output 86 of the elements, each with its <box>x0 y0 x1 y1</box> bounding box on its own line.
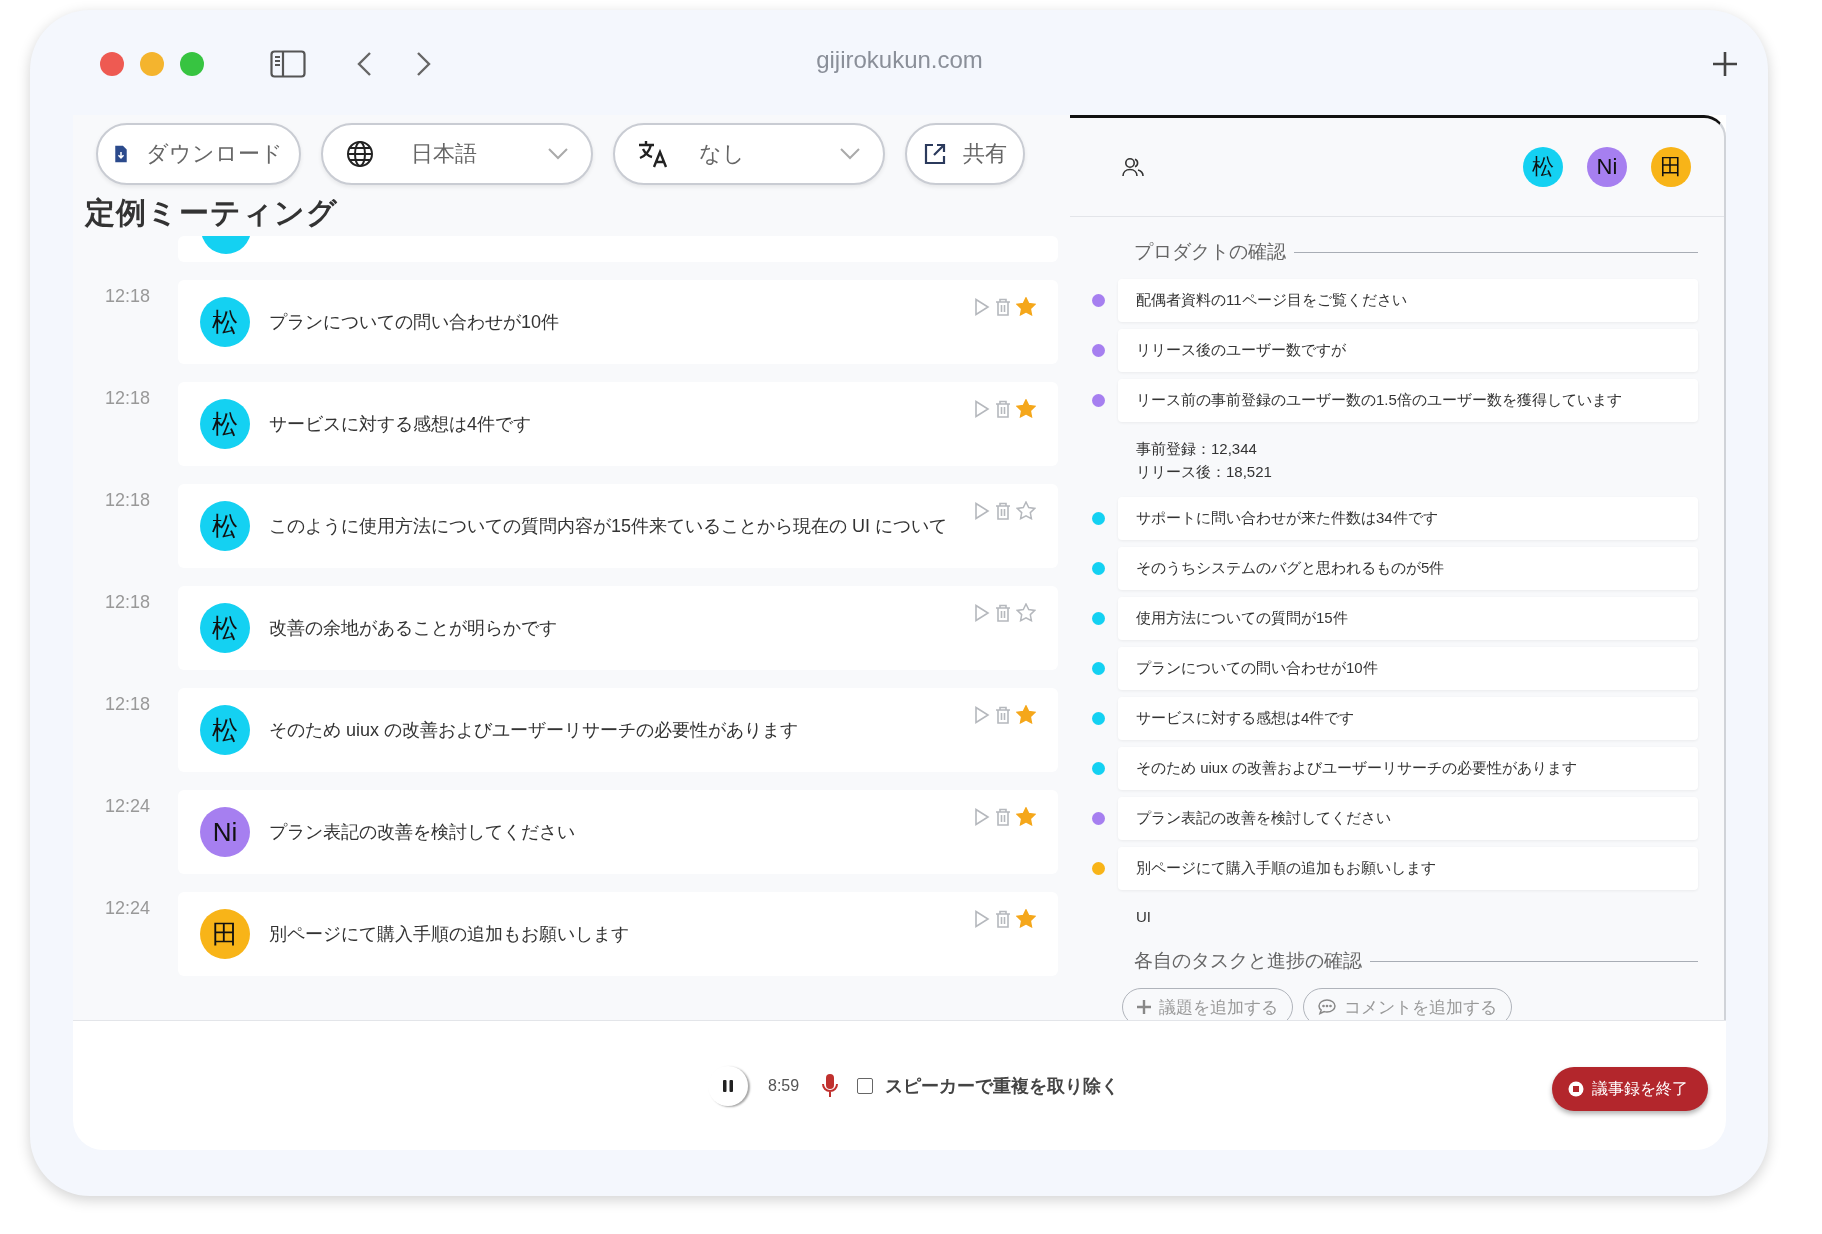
agenda-item[interactable]: そのうちシステムのバグと思われるものが5件 <box>1118 547 1698 590</box>
pause-icon <box>722 1078 734 1093</box>
message-text: プラン表記の改善を検討してください <box>268 821 576 844</box>
end-minutes-button[interactable]: 議事録を終了 <box>1552 1067 1708 1111</box>
play-icon[interactable] <box>974 807 990 826</box>
message-text: 別ページにて購入手順の追加もお願いします <box>268 923 630 946</box>
message-text: プランについての問い合わせが10件 <box>268 311 561 334</box>
speaker-avatar: Ni <box>200 807 250 857</box>
agenda-item[interactable]: サービスに対する感想は4件です <box>1118 697 1698 740</box>
participant-avatar[interactable]: 松 <box>1523 147 1563 187</box>
speaker-avatar: 田 <box>200 909 250 959</box>
star-icon[interactable] <box>1016 297 1036 316</box>
trash-icon[interactable] <box>995 705 1011 724</box>
maximize-window-button[interactable] <box>180 52 204 76</box>
timestamp: 12:18 <box>104 489 152 512</box>
section-title: プロダクトの確認 <box>1134 240 1286 264</box>
chevron-down-icon <box>547 147 569 161</box>
timestamp: 12:18 <box>104 387 152 410</box>
trash-icon[interactable] <box>995 909 1011 928</box>
play-icon[interactable] <box>974 603 990 622</box>
language-dropdown[interactable]: 日本語 <box>321 123 593 185</box>
stop-icon <box>1568 1081 1584 1097</box>
note-text: リリース後：18,521 <box>1136 462 1273 482</box>
agenda-item[interactable]: そのため uiux の改善およびユーザーリサーチの必要性があります <box>1118 747 1698 790</box>
star-icon[interactable] <box>1016 705 1036 724</box>
agenda-item[interactable]: サポートに問い合わせが来た件数は34件です <box>1118 497 1698 540</box>
star-icon[interactable] <box>1016 909 1036 928</box>
timestamp: 12:24 <box>104 795 152 818</box>
message-text: サービスに対する感想は4件です <box>268 413 532 436</box>
speaker-avatar: 松 <box>200 399 250 449</box>
speaker-avatar: 松 <box>200 501 250 551</box>
trash-icon[interactable] <box>995 399 1011 418</box>
comment-icon <box>1318 999 1336 1015</box>
timestamp: 12:18 <box>104 285 152 308</box>
share-button[interactable]: 共有 <box>905 123 1025 185</box>
star-icon[interactable] <box>1016 501 1036 520</box>
play-icon[interactable] <box>974 501 990 520</box>
trash-icon[interactable] <box>995 297 1011 316</box>
new-tab-plus-icon[interactable] <box>1712 51 1738 77</box>
play-icon[interactable] <box>974 909 990 928</box>
download-button[interactable]: ダウンロード <box>96 123 301 185</box>
play-icon[interactable] <box>974 297 990 316</box>
microphone-icon[interactable] <box>821 1072 840 1099</box>
checkbox-label: スピーカーで重複を取り除く <box>885 1074 1120 1098</box>
play-icon[interactable] <box>974 705 990 724</box>
speaker-avatar: 松 <box>200 297 250 347</box>
speaker-avatar: 松 <box>200 705 250 755</box>
participant-avatar[interactable]: 田 <box>1651 147 1691 187</box>
participant-avatar[interactable]: Ni <box>1587 147 1627 187</box>
agenda-item[interactable]: リリース後のユーザー数ですが <box>1118 329 1698 372</box>
globe-icon <box>345 139 375 169</box>
translation-dropdown[interactable]: なし <box>613 123 885 185</box>
trash-icon[interactable] <box>995 603 1011 622</box>
users-icon[interactable] <box>1122 157 1144 177</box>
speaker-avatar: 松 <box>200 603 250 653</box>
close-window-button[interactable] <box>100 52 124 76</box>
agenda-item[interactable]: プラン表記の改善を検討してください <box>1118 797 1698 840</box>
message-text: このように使用方法についての質問内容が15件来ていることから現在の UI について <box>268 515 949 538</box>
agenda-item[interactable]: プランについての問い合わせが10件 <box>1118 647 1698 690</box>
chevron-down-icon <box>839 147 861 161</box>
star-icon[interactable] <box>1016 603 1036 622</box>
agenda-item[interactable]: リース前の事前登録のユーザー数の1.5倍のユーザー数を獲得しています <box>1118 379 1698 422</box>
agenda-item[interactable]: 配偶者資料の11ページ目をご覧ください <box>1118 279 1698 322</box>
message-text: そのため uiux の改善およびユーザーリサーチの必要性があります <box>268 719 800 742</box>
sidebar-toggle-icon[interactable] <box>270 50 306 78</box>
translate-icon <box>637 139 669 169</box>
note-text: UI <box>1136 907 1152 927</box>
star-icon[interactable] <box>1016 399 1036 418</box>
minimize-window-button[interactable] <box>140 52 164 76</box>
timestamp: 12:18 <box>104 591 152 614</box>
trash-icon[interactable] <box>995 501 1011 520</box>
timestamp: 12:24 <box>104 897 152 920</box>
section-title: 各自のタスクと進捗の確認 <box>1134 949 1362 973</box>
timestamp: 12:18 <box>104 693 152 716</box>
meeting-title: 定例ミーティング <box>85 195 339 231</box>
play-icon[interactable] <box>974 399 990 418</box>
trash-icon[interactable] <box>995 807 1011 826</box>
agenda-item[interactable]: 使用方法についての質問が15件 <box>1118 597 1698 640</box>
message-text: 改善の余地があることが明らかです <box>268 617 558 640</box>
star-icon[interactable] <box>1016 807 1036 826</box>
plus-icon <box>1137 1000 1151 1014</box>
note-text: 事前登録：12,344 <box>1136 439 1258 459</box>
dedupe-checkbox[interactable] <box>857 1077 874 1094</box>
agenda-item[interactable]: 別ページにて購入手順の追加もお願いします <box>1118 847 1698 890</box>
share-icon <box>923 142 947 166</box>
elapsed-time: 8:59 <box>768 1076 800 1095</box>
